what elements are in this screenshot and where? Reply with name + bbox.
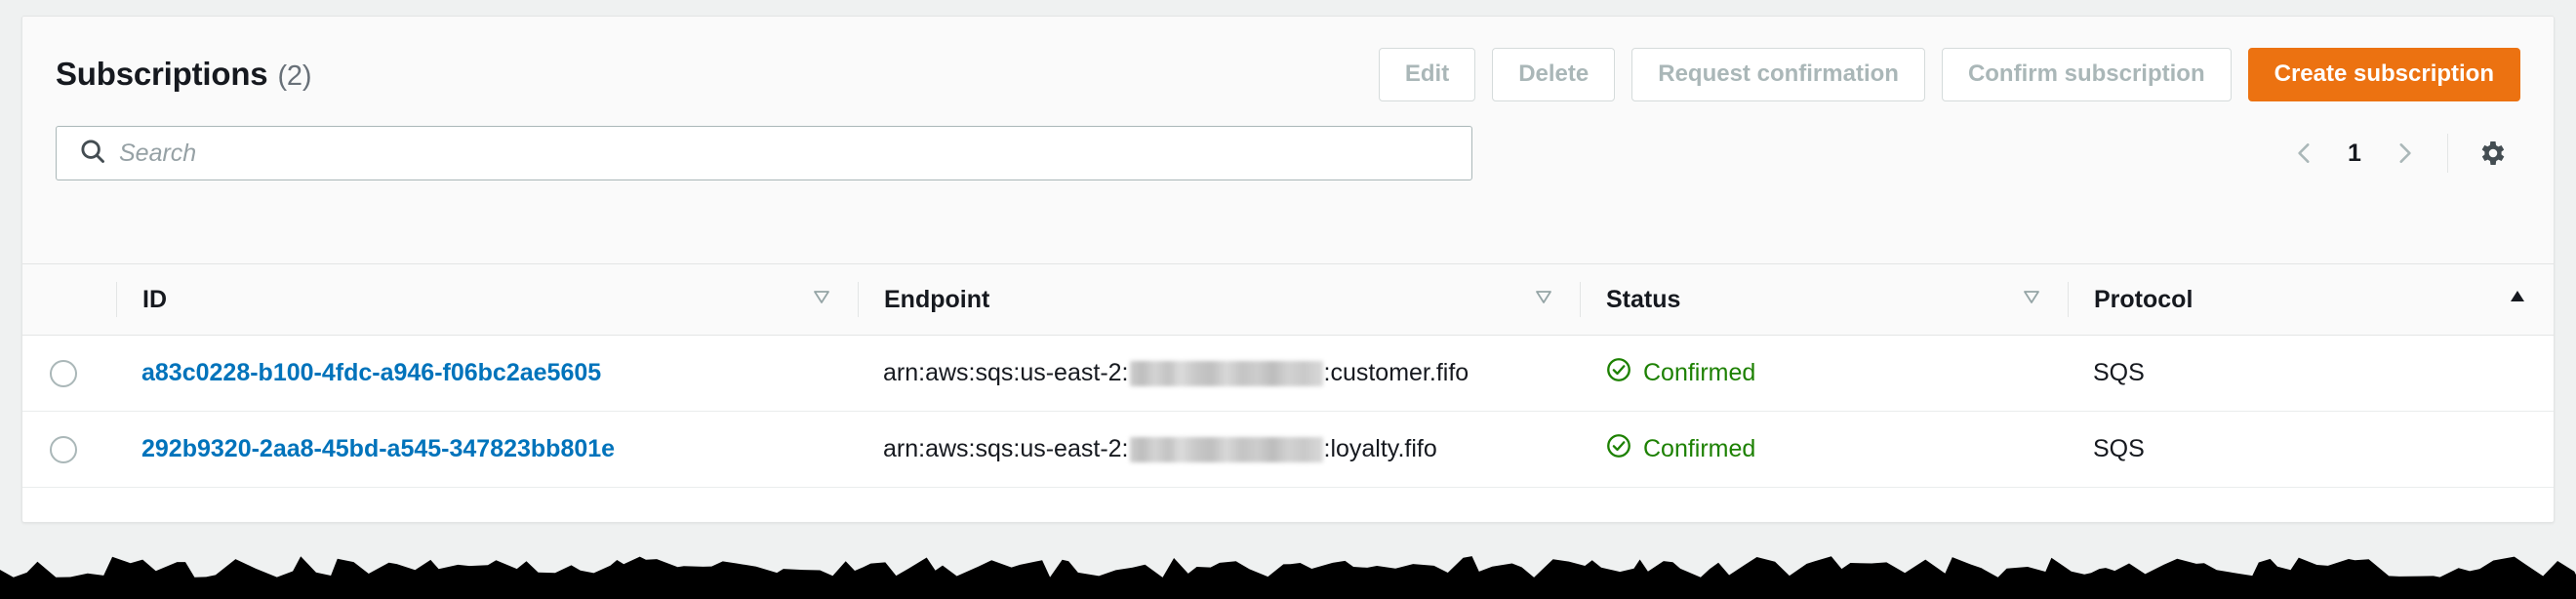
column-header-protocol-label: Protocol <box>2094 286 2193 314</box>
card-header: Subscriptions (2) Edit Delete Request co… <box>22 17 2554 263</box>
status-label: Confirmed <box>1643 435 1755 463</box>
redacted-account-id <box>1130 361 1323 386</box>
row-id-cell: 292b9320-2aa8-45bd-a545-347823bb801e <box>116 412 858 488</box>
status-badge: Confirmed <box>1605 356 1755 390</box>
subscriptions-card: Subscriptions (2) Edit Delete Request co… <box>21 16 2555 523</box>
row-protocol-cell: SQS <box>2068 412 2554 488</box>
search-icon <box>78 137 107 171</box>
column-header-endpoint-label: Endpoint <box>884 286 989 314</box>
table-body: a83c0228-b100-4fdc-a946-f06bc2ae5605 arn… <box>22 336 2554 488</box>
row-protocol-cell: SQS <box>2068 336 2554 412</box>
endpoint-suffix: :customer.fifo <box>1324 359 1469 387</box>
triangle-down-outline-icon <box>1533 286 1554 314</box>
search-box[interactable] <box>56 126 1472 180</box>
endpoint-prefix: arn:aws:sqs:us-east-2: <box>883 435 1129 463</box>
subscription-id-link[interactable]: 292b9320-2aa8-45bd-a545-347823bb801e <box>141 435 615 462</box>
previous-page-button[interactable] <box>2281 130 2328 177</box>
request-confirmation-button[interactable]: Request confirmation <box>1631 48 1925 101</box>
row-radio-button[interactable] <box>50 436 77 463</box>
column-header-status[interactable]: Status <box>1580 264 2068 336</box>
subscription-id-link[interactable]: a83c0228-b100-4fdc-a946-f06bc2ae5605 <box>141 359 601 386</box>
table-header: ID Endpoint <box>22 264 2554 336</box>
table-header-row: ID Endpoint <box>22 264 2554 336</box>
search-input[interactable] <box>119 127 1471 180</box>
column-header-protocol[interactable]: Protocol <box>2068 264 2554 336</box>
page-number-1[interactable]: 1 <box>2334 140 2375 168</box>
row-status-cell: Confirmed <box>1580 336 2068 412</box>
table-row[interactable]: a83c0228-b100-4fdc-a946-f06bc2ae5605 arn… <box>22 336 2554 412</box>
endpoint-value: arn:aws:sqs:us-east-2: :customer.fifo <box>883 359 1469 387</box>
row-id-cell: a83c0228-b100-4fdc-a946-f06bc2ae5605 <box>116 336 858 412</box>
row-status-cell: Confirmed <box>1580 412 2068 488</box>
gear-icon[interactable] <box>2468 128 2518 179</box>
edit-button[interactable]: Edit <box>1379 48 1475 101</box>
row-endpoint-cell: arn:aws:sqs:us-east-2: :loyalty.fifo <box>858 412 1580 488</box>
select-all-header <box>22 264 116 336</box>
pagination-divider <box>2447 134 2448 173</box>
confirm-subscription-button[interactable]: Confirm subscription <box>1942 48 2232 101</box>
endpoint-suffix: :loyalty.fifo <box>1324 435 1437 463</box>
column-header-id[interactable]: ID <box>116 264 858 336</box>
check-circle-icon <box>1605 356 1632 390</box>
torn-edge-decoration <box>0 531 2576 599</box>
row-radio-button[interactable] <box>50 360 77 387</box>
subscription-count: (2) <box>277 60 311 93</box>
triangle-up-filled-icon <box>2507 286 2528 314</box>
redacted-account-id <box>1130 437 1323 462</box>
triangle-down-outline-icon <box>2021 286 2042 314</box>
delete-button[interactable]: Delete <box>1492 48 1615 101</box>
page-title: Subscriptions (2) <box>56 56 311 93</box>
endpoint-value: arn:aws:sqs:us-east-2: :loyalty.fifo <box>883 435 1437 463</box>
pagination: 1 <box>2281 128 2520 179</box>
create-subscription-button[interactable]: Create subscription <box>2248 48 2520 101</box>
row-endpoint-cell: arn:aws:sqs:us-east-2: :customer.fifo <box>858 336 1580 412</box>
triangle-down-outline-icon <box>811 286 832 314</box>
check-circle-icon <box>1605 432 1632 466</box>
subscriptions-table: ID Endpoint <box>22 263 2554 488</box>
header-row: Subscriptions (2) Edit Delete Request co… <box>56 44 2520 104</box>
column-header-endpoint[interactable]: Endpoint <box>858 264 1580 336</box>
page-root: Subscriptions (2) Edit Delete Request co… <box>0 0 2576 599</box>
page-title-text: Subscriptions <box>56 56 267 93</box>
endpoint-prefix: arn:aws:sqs:us-east-2: <box>883 359 1129 387</box>
row-select-cell <box>22 336 116 412</box>
search-row: 1 <box>56 126 2520 180</box>
column-header-status-label: Status <box>1606 286 1680 314</box>
row-select-cell <box>22 412 116 488</box>
next-page-button[interactable] <box>2381 130 2428 177</box>
status-label: Confirmed <box>1643 359 1755 387</box>
header-actions: Edit Delete Request confirmation Confirm… <box>1379 48 2520 101</box>
column-header-id-label: ID <box>142 286 167 314</box>
status-badge: Confirmed <box>1605 432 1755 466</box>
table-row[interactable]: 292b9320-2aa8-45bd-a545-347823bb801e arn… <box>22 412 2554 488</box>
